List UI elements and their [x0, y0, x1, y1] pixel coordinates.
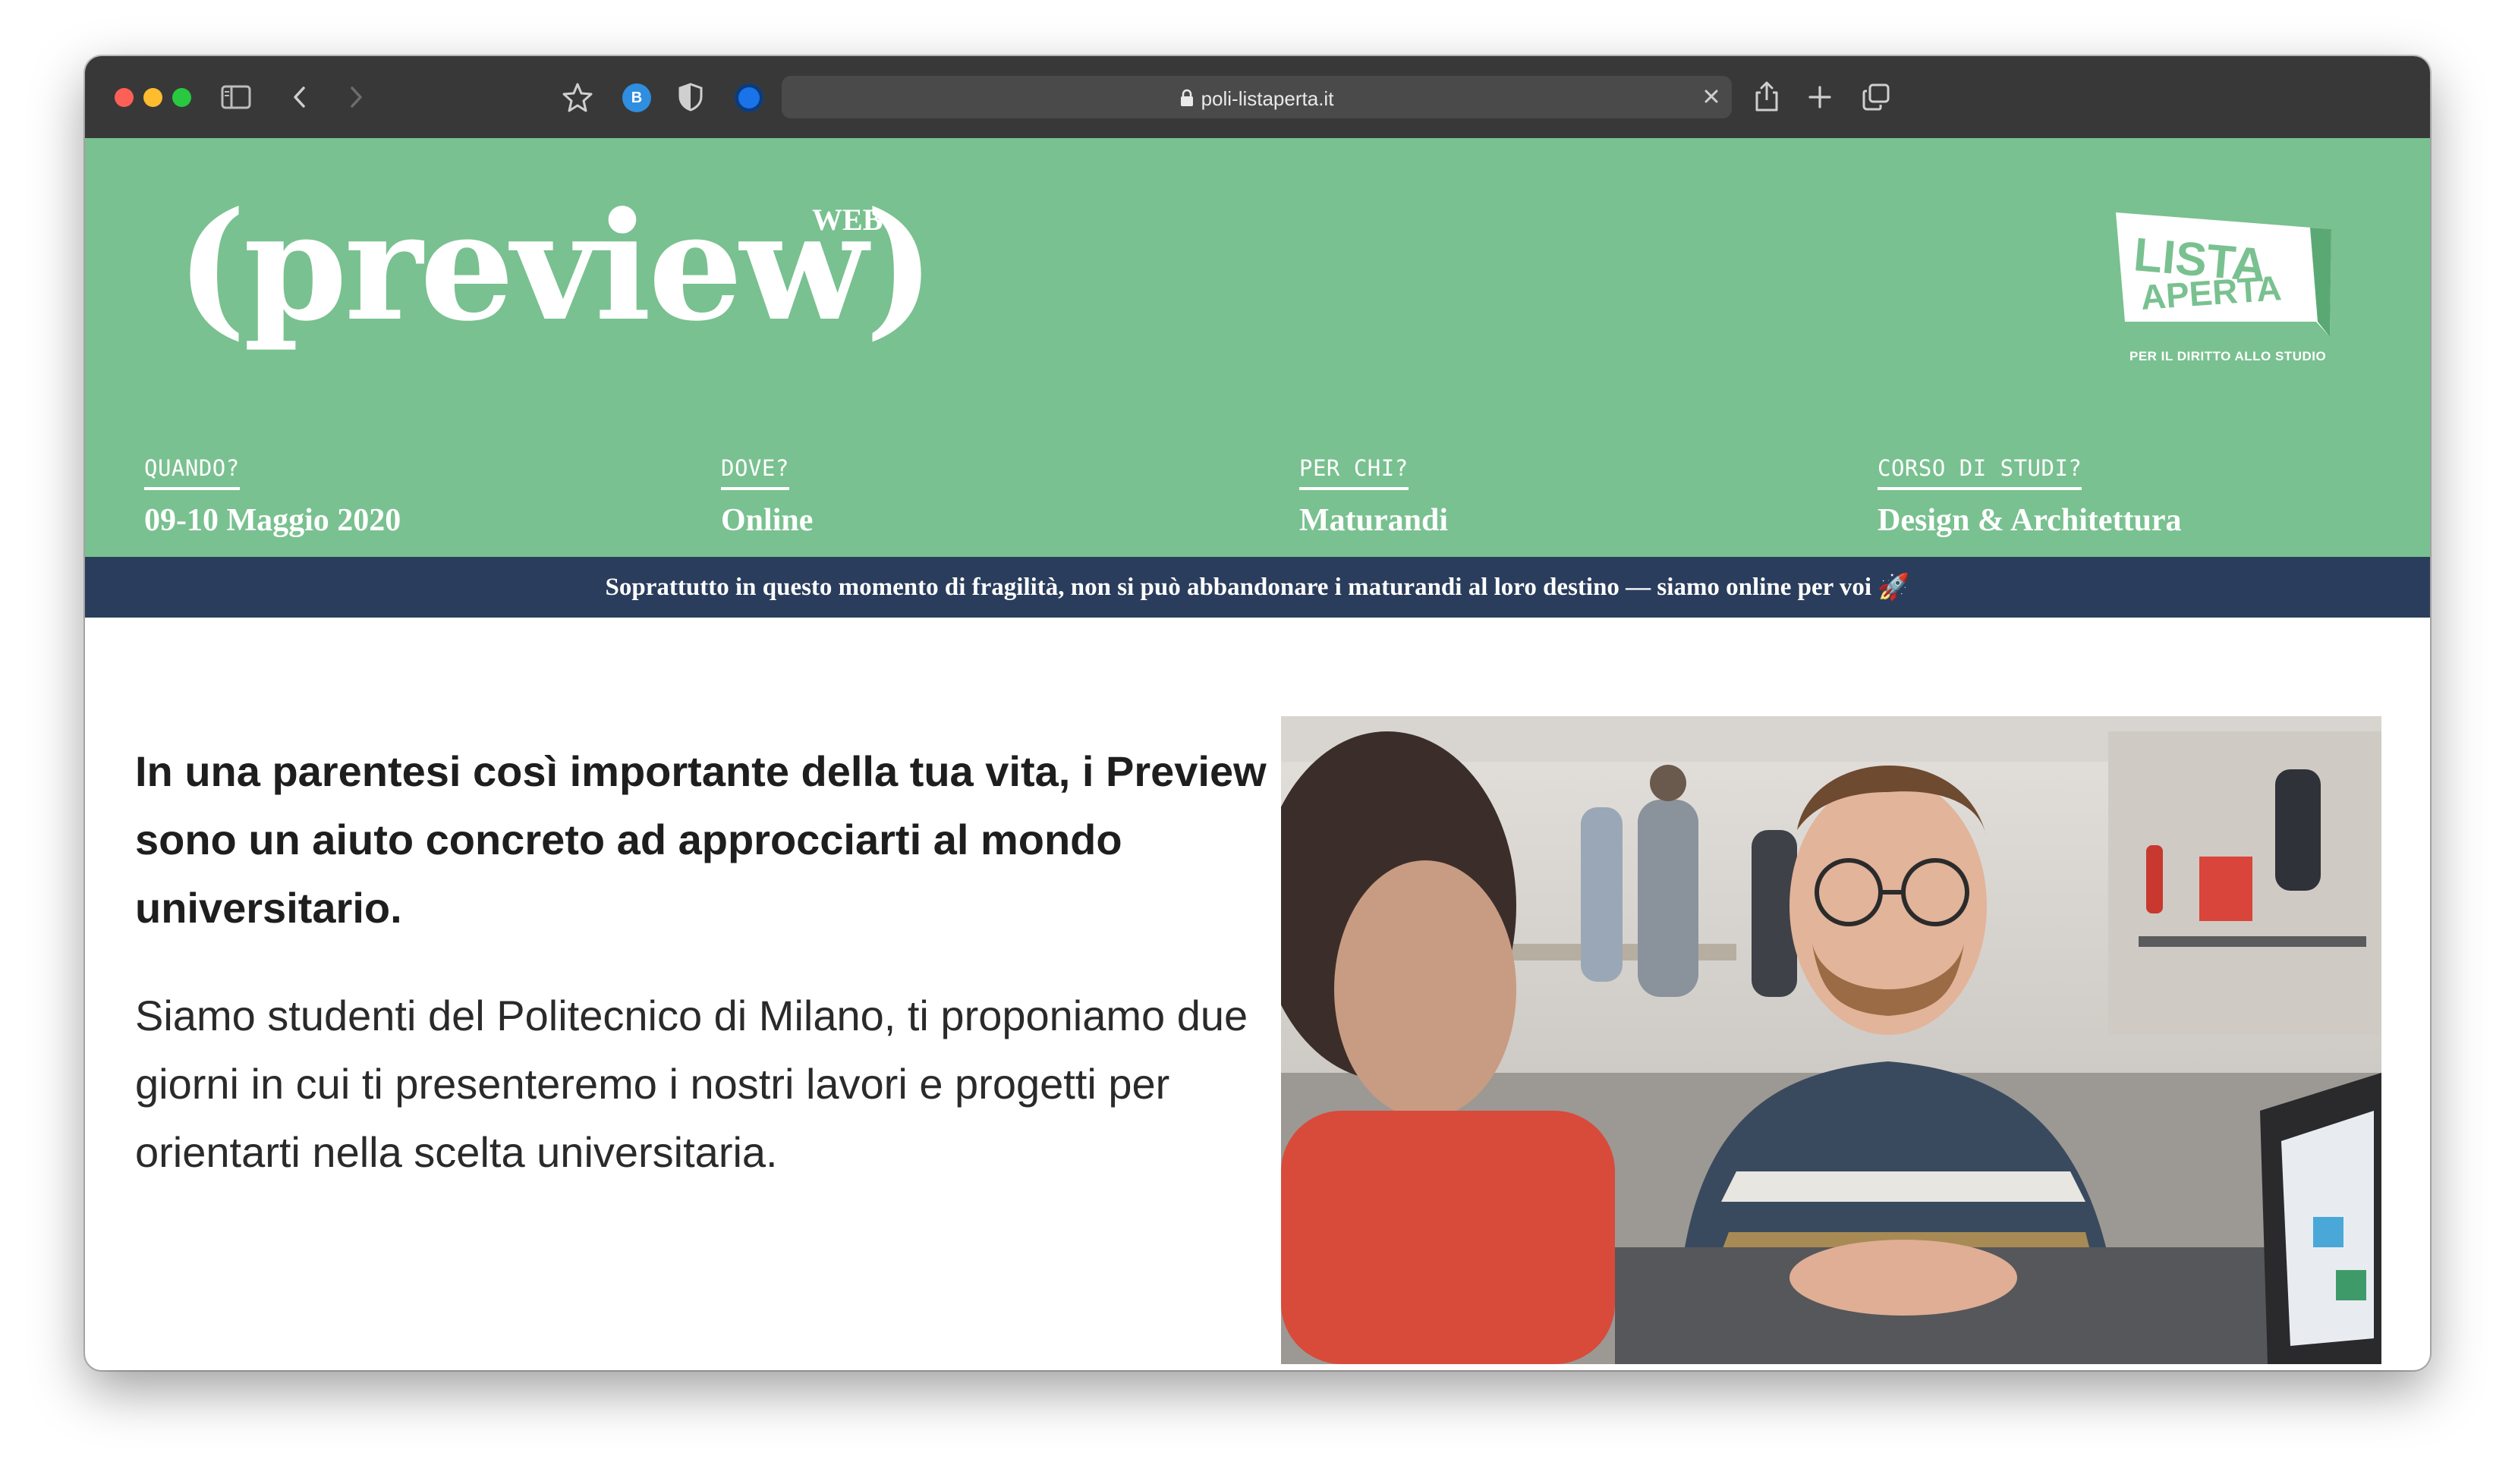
- brand-tagline: PER IL DIRITTO ALLO STUDIO: [2129, 349, 2327, 363]
- clear-url-icon[interactable]: [1700, 85, 1723, 112]
- extension-b-icon[interactable]: B: [622, 83, 651, 112]
- url-text: poli-listaperta.it: [1201, 87, 1334, 110]
- browser-window: B poli-listaperta.it (preview) WEB LISTA…: [85, 56, 2430, 1370]
- banner-text: Soprattutto in questo momento di fragili…: [605, 573, 1872, 601]
- info-where: DOVE? Online: [721, 455, 813, 539]
- browser-toolbar: B poli-listaperta.it: [85, 56, 2430, 140]
- rocket-icon: 🚀: [1878, 573, 1910, 602]
- info-for-whom: PER CHI? Maturandi: [1299, 455, 1448, 539]
- info-when-value: 09-10 Maggio 2020: [144, 503, 401, 538]
- info-course-value: Design & Architettura: [1878, 503, 2182, 538]
- share-icon[interactable]: [1752, 79, 1782, 114]
- intro-heading: In una parentesi così importante della t…: [135, 747, 1267, 932]
- intro-paragraph: Siamo studenti del Politecnico di Milano…: [135, 992, 1248, 1176]
- info-course: CORSO DI STUDI? Design & Architettura: [1878, 455, 2182, 539]
- shield-icon[interactable]: [677, 82, 704, 112]
- back-icon[interactable]: [288, 83, 311, 111]
- info-where-label: DOVE?: [721, 455, 789, 490]
- info-when-label: QUANDO?: [144, 455, 240, 490]
- minimize-window-button[interactable]: [143, 88, 162, 107]
- close-window-button[interactable]: [115, 88, 134, 107]
- info-for-whom-value: Maturandi: [1299, 503, 1449, 538]
- info-where-value: Online: [721, 503, 814, 538]
- address-bar[interactable]: poli-listaperta.it: [782, 76, 1732, 118]
- zoom-window-button[interactable]: [172, 88, 191, 107]
- tab-overview-icon[interactable]: [1861, 82, 1891, 112]
- info-for-whom-label: PER CHI?: [1299, 455, 1409, 490]
- star-bookmark-icon[interactable]: [562, 82, 593, 112]
- lock-icon: [1180, 89, 1194, 112]
- info-when: QUANDO? 09-10 Maggio 2020: [144, 455, 401, 539]
- new-tab-icon[interactable]: [1806, 83, 1834, 111]
- announcement-banner: Soprattutto in questo momento di fragili…: [85, 557, 2430, 618]
- forward-icon[interactable]: [345, 83, 367, 111]
- sidebar-toggle-icon[interactable]: [220, 83, 252, 111]
- info-course-label: CORSO DI STUDI?: [1878, 455, 2082, 490]
- preview-web-tag: WEB: [812, 203, 883, 237]
- lista-aperta-logo[interactable]: LISTA APERTA: [2111, 208, 2339, 367]
- students-photo: [1281, 716, 2381, 1364]
- hero-header: (preview) WEB LISTA APERTA PER IL DIRITT…: [85, 138, 2430, 557]
- extension-blue-icon[interactable]: [735, 83, 763, 112]
